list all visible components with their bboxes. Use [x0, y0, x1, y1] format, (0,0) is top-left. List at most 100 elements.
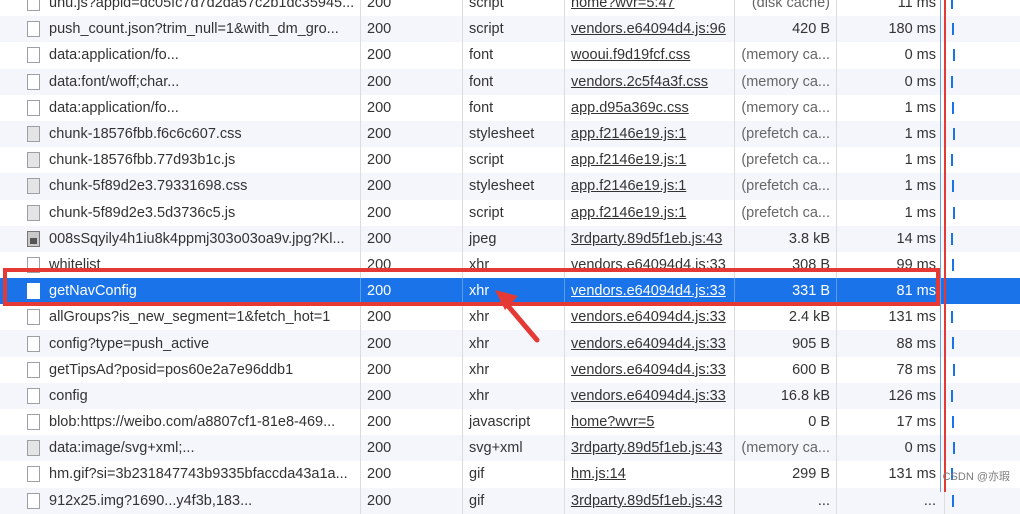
table-row[interactable]: chunk-5f89d2e3.79331698.css 200 stylesheet…	[0, 173, 1020, 200]
table-row[interactable]: chunk-18576fbb.f6c6c607.css 200 stylesheet…	[0, 120, 1020, 148]
size-text: 2.4 kB	[788, 309, 830, 326]
table-row[interactable]: data:font/woff;char... 200 font vendors.2c5…	[0, 68, 1020, 95]
size-text: (prefetch ca...	[741, 178, 830, 195]
initiator-cell[interactable]: app.f2146e19.js:1	[565, 199, 735, 226]
initiator-text[interactable]: vendors.e64094d4.js:33	[571, 283, 726, 299]
initiator-cell[interactable]: vendors.e64094d4.js:33	[565, 278, 735, 305]
row-gutter	[0, 304, 21, 330]
status-cell: 200	[361, 461, 463, 488]
table-row[interactable]: chunk-5f89d2e3.5d3736c5.js 200 script app.f…	[0, 199, 1020, 226]
time-text: 1 ms	[904, 126, 936, 143]
initiator-text[interactable]: 3rdparty.89d5f1eb.js:43	[571, 493, 722, 509]
initiator-text[interactable]: app.f2146e19.js:1	[571, 152, 686, 168]
initiator-text[interactable]: 3rdparty.89d5f1eb.js:43	[571, 231, 722, 247]
initiator-text[interactable]: 3rdparty.89d5f1eb.js:43	[571, 440, 722, 456]
initiator-text[interactable]: app.f2146e19.js:1	[571, 126, 686, 142]
initiator-cell[interactable]: 3rdparty.89d5f1eb.js:43	[565, 435, 735, 462]
time-text: 1 ms	[904, 99, 936, 116]
initiator-cell[interactable]: hm.js:14	[565, 461, 735, 488]
file-icon	[27, 0, 40, 12]
initiator-text[interactable]: home?wvr=5	[571, 414, 654, 430]
type-cell: font	[463, 42, 565, 69]
size-cell: 16.8 kB	[735, 382, 837, 409]
waterfall-cell	[945, 147, 1020, 173]
initiator-text[interactable]: vendors.e64094d4.js:33	[571, 309, 726, 325]
table-row[interactable]: getTipsAd?posid=pos60e2a7e96ddb1 200 xhr ve…	[0, 356, 1020, 383]
table-row[interactable]: data:application/fo... 200 font wooui.f9d19…	[0, 42, 1020, 69]
table-row[interactable]: 008sSqyily4h1iu8k4ppmj303o03oa9v.jpg?Kl.…	[0, 225, 1020, 252]
file-icon	[27, 414, 40, 431]
time-text: 1 ms	[904, 178, 936, 195]
waterfall-cell	[945, 383, 1020, 409]
initiator-cell[interactable]: vendors.e64094d4.js:96	[565, 16, 735, 43]
table-row[interactable]: 912x25.img?1690...y4f3b,183... 200 gif 3rdp…	[0, 487, 1020, 514]
request-name: data:image/svg+xml;...	[49, 440, 195, 457]
initiator-cell[interactable]: vendors.e64094d4.js:33	[565, 356, 735, 383]
waterfall-load-line	[944, 0, 946, 492]
initiator-cell[interactable]: app.f2146e19.js:1	[565, 147, 735, 174]
initiator-cell[interactable]: app.f2146e19.js:1	[565, 173, 735, 200]
table-row[interactable]: blob:https://weibo.com/a8807cf1-81e8-469…	[0, 409, 1020, 436]
status-cell: 200	[361, 382, 463, 409]
initiator-cell[interactable]: app.f2146e19.js:1	[565, 120, 735, 148]
initiator-cell[interactable]: vendors.e64094d4.js:33	[565, 330, 735, 357]
type-text: xhr	[469, 387, 490, 404]
time-cell: 78 ms	[837, 356, 945, 383]
initiator-cell[interactable]: vendors.e64094d4.js:33	[565, 251, 735, 279]
file-icon	[27, 204, 40, 221]
initiator-text[interactable]: vendors.e64094d4.js:33	[571, 388, 726, 404]
time-cell: 1 ms	[837, 173, 945, 200]
network-request-table: unu.js?appid=dc05fc7d7d2da57c2b1dc35945.…	[0, 0, 1020, 514]
initiator-text[interactable]: vendors.e64094d4.js:96	[571, 21, 726, 37]
time-cell: ...	[837, 487, 945, 514]
table-row[interactable]: config?type=push_active 200 xhr vendors.e64…	[0, 330, 1020, 357]
initiator-cell[interactable]: app.d95a369c.css	[565, 94, 735, 121]
time-cell: 180 ms	[837, 16, 945, 43]
row-gutter	[0, 147, 21, 173]
initiator-text[interactable]: home?wvr=5:47	[571, 0, 675, 11]
initiator-cell[interactable]: home?wvr=5	[565, 409, 735, 436]
initiator-text[interactable]: vendors.e64094d4.js:33	[571, 362, 726, 378]
initiator-text[interactable]: app.f2146e19.js:1	[571, 205, 686, 221]
initiator-cell[interactable]: vendors.e64094d4.js:33	[565, 304, 735, 331]
request-name-cell: chunk-5f89d2e3.5d3736c5.js	[21, 199, 361, 226]
initiator-cell[interactable]: 3rdparty.89d5f1eb.js:43	[565, 225, 735, 252]
table-row[interactable]: push_count.json?trim_null=1&with_dm_gro.…	[0, 16, 1020, 43]
file-icon	[27, 21, 40, 38]
type-cell: xhr	[463, 304, 565, 331]
table-row[interactable]: config 200 xhr vendors.e64094d4.js:33 16.8 k…	[0, 382, 1020, 409]
table-row-selected[interactable]: getNavConfig 200 xhr vendors.e64094d4.js:33…	[0, 278, 1020, 305]
table-row[interactable]: hm.gif?si=3b231847743b9335bfaccda43a1a..…	[0, 461, 1020, 488]
time-text: 78 ms	[896, 361, 937, 378]
waterfall-cell	[945, 488, 1020, 514]
initiator-cell[interactable]: vendors.e64094d4.js:33	[565, 382, 735, 409]
initiator-text[interactable]: vendors.e64094d4.js:33	[571, 257, 726, 273]
request-name: hm.gif?si=3b231847743b9335bfaccda43a1a..…	[49, 466, 348, 483]
row-gutter	[0, 0, 21, 16]
initiator-text[interactable]: hm.js:14	[571, 466, 626, 482]
table-row[interactable]: data:application/fo... 200 font app.d95a369…	[0, 94, 1020, 121]
size-text: (disk cache)	[751, 0, 830, 12]
table-row[interactable]: chunk-18576fbb.77d93b1c.js 200 script app.f…	[0, 147, 1020, 174]
time-text: 0 ms	[904, 440, 936, 457]
time-text: 1 ms	[904, 152, 936, 169]
initiator-text[interactable]: vendors.e64094d4.js:33	[571, 336, 726, 352]
time-cell: 1 ms	[837, 120, 945, 148]
size-cell: ...	[735, 487, 837, 514]
initiator-cell[interactable]: 3rdparty.89d5f1eb.js:43	[565, 487, 735, 514]
size-cell: (memory ca...	[735, 94, 837, 121]
table-row[interactable]: whitelist 200 xhr vendors.e64094d4.js:33 308…	[0, 251, 1020, 279]
initiator-text[interactable]: app.d95a369c.css	[571, 100, 689, 116]
type-text: svg+xml	[469, 440, 523, 457]
type-text: font	[469, 99, 494, 116]
initiator-text[interactable]: app.f2146e19.js:1	[571, 178, 686, 194]
table-row[interactable]: unu.js?appid=dc05fc7d7d2da57c2b1dc35945.…	[0, 0, 1020, 17]
time-cell: 1 ms	[837, 94, 945, 121]
initiator-cell[interactable]: home?wvr=5:47	[565, 0, 735, 17]
initiator-text[interactable]: vendors.2c5f4a3f.css	[571, 74, 708, 90]
initiator-text[interactable]: wooui.f9d19fcf.css	[571, 47, 690, 63]
table-row[interactable]: data:image/svg+xml;... 200 svg+xml 3rdparty…	[0, 435, 1020, 462]
table-row[interactable]: allGroups?is_new_segment=1&fetch_hot=1 20…	[0, 304, 1020, 331]
initiator-cell[interactable]: wooui.f9d19fcf.css	[565, 42, 735, 69]
initiator-cell[interactable]: vendors.2c5f4a3f.css	[565, 68, 735, 95]
